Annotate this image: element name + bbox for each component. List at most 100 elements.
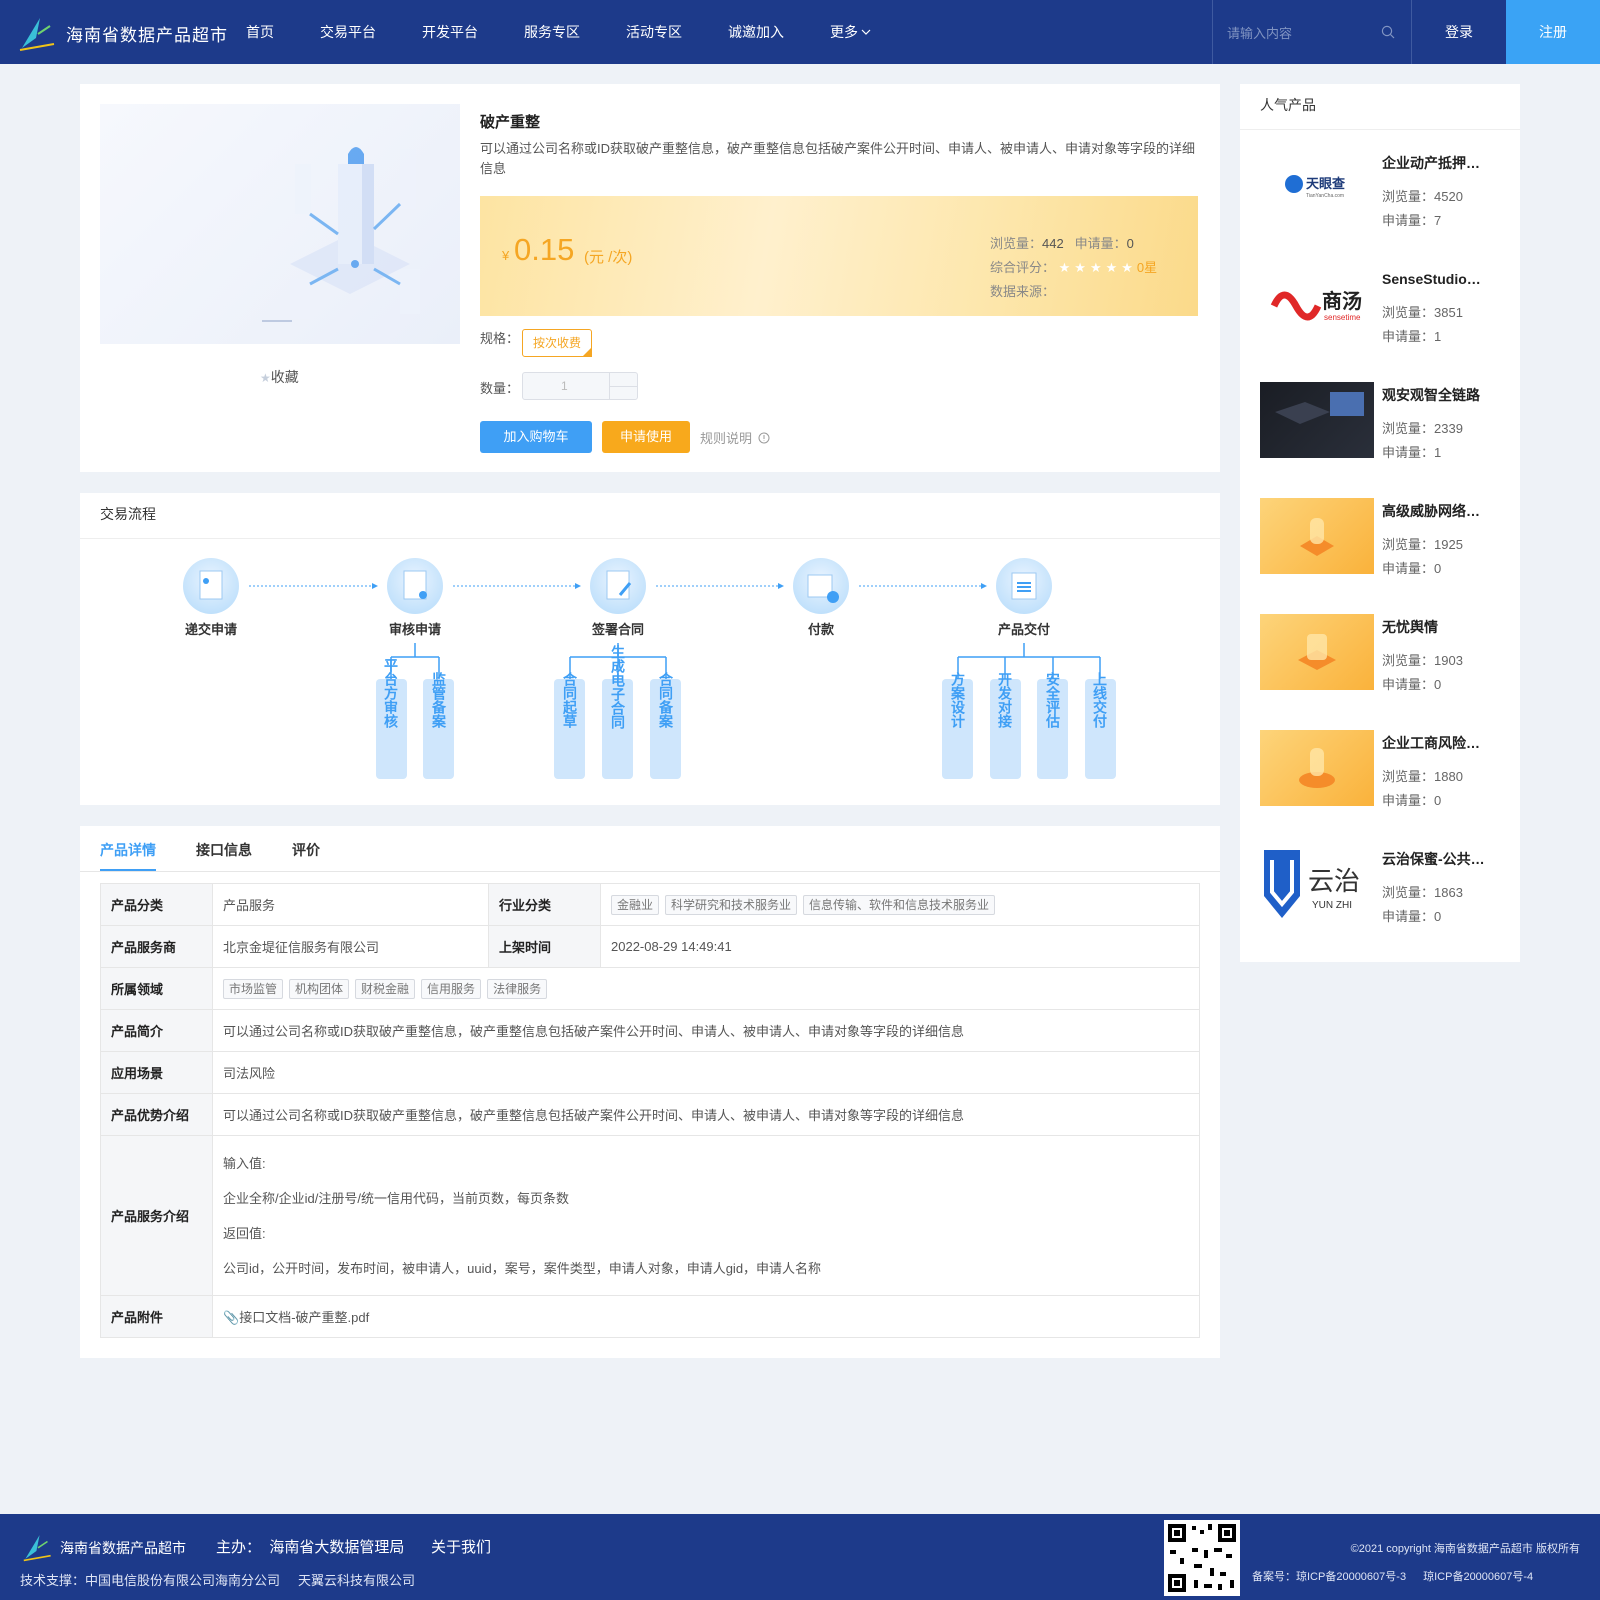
quantity-label: 数量：: [480, 381, 520, 396]
product-title: 破产重整: [480, 114, 541, 131]
popular-item[interactable]: 无忧舆情 浏览量：1903 申请量：0: [1260, 614, 1510, 693]
stepper-arrows[interactable]: [609, 373, 638, 399]
applies-value: 0: [1434, 793, 1442, 808]
applies-value: 1: [1434, 329, 1442, 344]
service-line: 输入值:: [223, 1155, 266, 1171]
search-input[interactable]: [1227, 22, 1377, 44]
scene-label: 应用场景: [100, 1051, 213, 1094]
tab-product-detail[interactable]: 产品详情: [100, 840, 156, 860]
views-value: 1903: [1434, 653, 1463, 668]
register-button[interactable]: 注册: [1506, 0, 1600, 64]
intro-label: 产品简介: [100, 1009, 213, 1052]
provider-label: 产品服务商: [100, 925, 213, 968]
popular-item[interactable]: 企业工商风险查询 浏览量：1880 申请量：0: [1260, 730, 1510, 809]
item-name: 高级威胁网络检测: [1382, 503, 1487, 519]
item-applies: 申请量：1: [1382, 442, 1441, 461]
popular-item[interactable]: 云治 YUN ZHI 云治保蜜-公共数据 浏览量：1863 申请量：0: [1260, 846, 1510, 924]
domain-tag: 市场监管: [223, 978, 284, 999]
nav-service[interactable]: 服务专区: [524, 0, 580, 64]
logo-text: 商汤: [1322, 289, 1362, 313]
service-line: 公司id，公开时间，发布时间，被申请人，uuid，案号，案件类型，申请人对象，申…: [223, 1260, 822, 1276]
popular-item[interactable]: 观安观智全链路 浏览量：2339 申请量：1: [1260, 382, 1510, 461]
popular-products: 人气产品 天眼查 TianYanCha.com 企业动产抵押信息 浏览量：4520…: [1240, 84, 1520, 962]
service-line: 企业全称/企业id/注册号/统一信用代码，当前页数，每页条数: [223, 1190, 569, 1206]
applies-label: 申请量：: [1382, 445, 1435, 460]
table-row: 产品优势介绍 可以通过公司名称或ID获取破产重整信息，破产重整信息包括破产案件公…: [100, 1093, 1200, 1136]
views-value: 3851: [1434, 305, 1463, 320]
currency-symbol: ¥: [502, 248, 510, 263]
substep-label: 平台方审核: [383, 658, 399, 729]
nav-activity[interactable]: 活动专区: [626, 0, 682, 64]
login-button[interactable]: 登录: [1412, 0, 1506, 64]
device-image: [1275, 392, 1364, 424]
category-label: 产品分类: [100, 883, 213, 926]
search-icon[interactable]: [1381, 25, 1395, 39]
popular-item[interactable]: 高级威胁网络检测 浏览量：1925 申请量：0: [1260, 498, 1510, 576]
applies-value: 0: [1434, 909, 1442, 924]
tab-reviews[interactable]: 评价: [292, 840, 320, 860]
site-name[interactable]: 海南省数据产品超市: [66, 21, 228, 46]
domain-tag: 信用服务: [421, 978, 482, 999]
table-row: 产品分类 产品服务 行业分类 金融业 科学研究和技术服务业 信息传输、软件和信息技术…: [100, 883, 1200, 926]
nav-home[interactable]: 首页: [246, 0, 274, 64]
star-icon: ★: [260, 371, 271, 385]
site-logo[interactable]: [18, 14, 58, 52]
service-label: 产品服务介绍: [100, 1135, 213, 1296]
applies-value: 0: [1126, 236, 1134, 251]
item-views: 浏览量：4520: [1382, 186, 1463, 205]
nav-more[interactable]: 更多: [830, 0, 871, 64]
applies-value: 1: [1434, 445, 1442, 460]
add-to-cart-button[interactable]: 加入购物车: [480, 421, 592, 453]
favorite-button[interactable]: ★收藏: [260, 367, 299, 387]
spec-option[interactable]: 按次收费: [522, 329, 592, 357]
price-value: 0.15: [514, 232, 575, 267]
attachment-link[interactable]: 📎接口文档-破产重整.pdf: [212, 1295, 1200, 1338]
info-icon: [758, 432, 770, 443]
popular-item[interactable]: 商汤 sensetime SenseStudio产品 浏览量：3851 申请量：1: [1260, 266, 1510, 345]
qr-code: [1164, 1520, 1240, 1596]
table-row: 产品简介 可以通过公司名称或ID获取破产重整信息，破产重整信息包括破产案件公开时…: [100, 1009, 1200, 1052]
item-applies: 申请量：7: [1382, 210, 1441, 229]
substep-label: 合同备案: [658, 671, 674, 729]
domain-tags: 市场监管 机构团体 财税金融 信用服务 法律服务: [212, 967, 1200, 1010]
item-name: 观安观智全链路: [1382, 387, 1480, 403]
substep-label: 开发对接: [997, 672, 1013, 729]
item-views: 浏览量：1903: [1382, 650, 1463, 669]
applies-label: 申请量：: [1382, 329, 1435, 344]
tab-api-info[interactable]: 接口信息: [196, 840, 252, 860]
item-applies: 申请量：1: [1382, 326, 1441, 345]
yunzhi-logo-mark: 云治 YUN ZHI: [1264, 850, 1360, 918]
views-value: 442: [1042, 236, 1064, 251]
item-applies: 申请量：0: [1382, 674, 1441, 693]
applies-value: 0: [1434, 561, 1442, 576]
step-label: 产品交付: [998, 622, 1050, 637]
source-label: 数据来源：: [990, 284, 1056, 299]
quantity-stepper[interactable]: 1: [522, 372, 638, 400]
industry-tag: 科学研究和技术服务业: [665, 894, 798, 915]
table-row: 应用场景 司法风险: [100, 1051, 1200, 1094]
item-applies: 申请量：0: [1382, 790, 1441, 809]
product-thumbnail: [1260, 614, 1374, 690]
rules-link[interactable]: 规则说明: [700, 428, 770, 447]
tianyancha-logo: 天眼查 TianYanCha.com: [1260, 150, 1374, 226]
nav-trade[interactable]: 交易平台: [320, 0, 376, 64]
nav-dev[interactable]: 开发平台: [422, 0, 478, 64]
popular-item[interactable]: 天眼查 TianYanCha.com 企业动产抵押信息 浏览量：4520 申请量：…: [1260, 150, 1510, 229]
detail-card: 产品详情 接口信息 评价 产品分类 产品服务 行业分类 金融业 科学研究和技术服务…: [80, 826, 1220, 1358]
applies-label: 申请量：: [1382, 793, 1435, 808]
views-label: 浏览量：: [990, 236, 1043, 251]
about-link[interactable]: 关于我们: [431, 1536, 491, 1557]
applies-value: 7: [1434, 213, 1442, 228]
main-nav: 首页 交易平台 开发平台 服务专区 活动专区 诚邀加入 更多: [246, 0, 917, 64]
apply-button[interactable]: 申请使用: [602, 421, 690, 453]
views-label: 浏览量：: [1382, 305, 1435, 320]
sensetime-logo-mark: 商汤sensetime: [1270, 289, 1362, 322]
favorite-label: 收藏: [270, 369, 299, 385]
nav-join[interactable]: 诚邀加入: [728, 0, 784, 64]
footer-site-name: 海南省数据产品超市: [60, 1540, 186, 1556]
listed-value: 2022-08-29 14:49:41: [600, 925, 1200, 968]
yunzhi-logo: 云治 YUN ZHI: [1260, 846, 1374, 922]
domain-tag: 法律服务: [487, 978, 548, 999]
item-views: 浏览量：1925: [1382, 534, 1463, 553]
industry-label: 行业分类: [488, 883, 601, 926]
